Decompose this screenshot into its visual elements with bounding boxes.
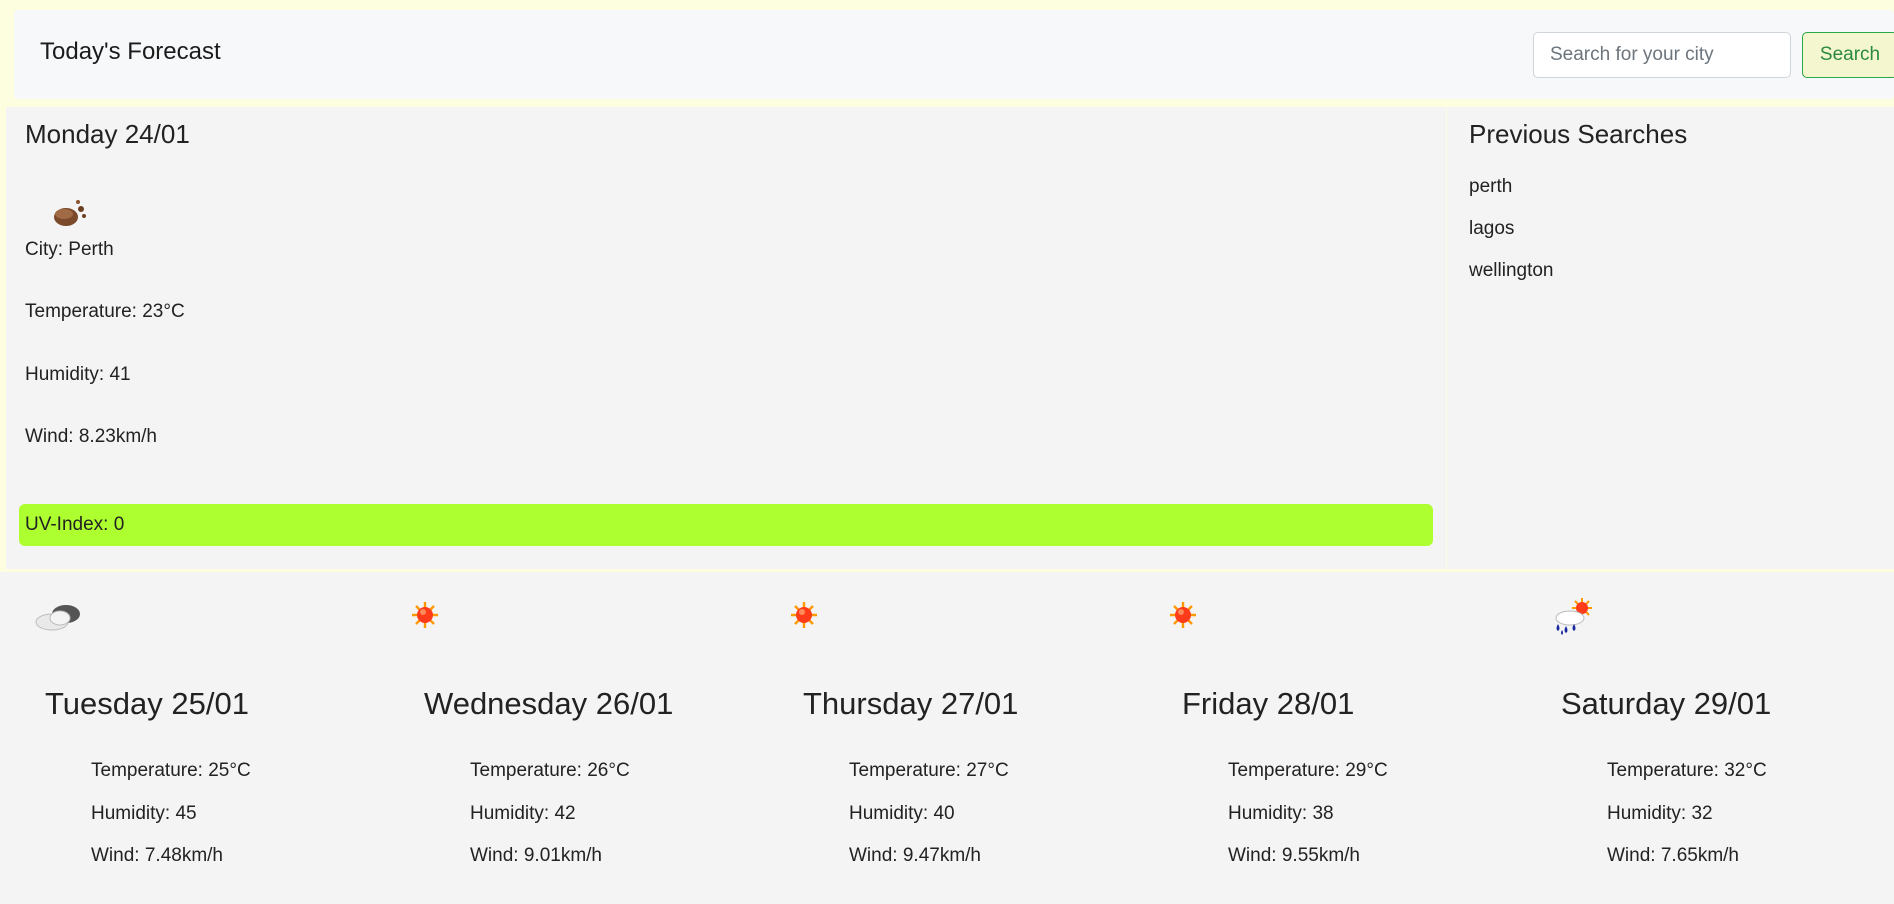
forecast-temperature: Temperature: 27°C: [849, 760, 1009, 781]
sun-icon: [1170, 602, 1196, 628]
forecast-wind: Wind: 9.01km/h: [470, 845, 602, 866]
uv-index-text: UV-Index: 0: [25, 514, 125, 535]
forecast-wind: Wind: 9.47km/h: [849, 845, 981, 866]
page-title: Today's Forecast: [40, 38, 221, 65]
dust-weather-icon: [54, 200, 86, 226]
today-humidity: Humidity: 41: [25, 364, 131, 385]
previous-searches-list: perth lagos wellington: [1469, 175, 1554, 301]
search-button[interactable]: Search: [1802, 32, 1894, 78]
previous-searches-panel: Previous Searches perth lagos wellington: [1447, 107, 1894, 569]
forecast-humidity: Humidity: 32: [1607, 803, 1713, 824]
today-city: City: Perth: [25, 239, 114, 260]
forecast-card: Wednesday 26/01 Temperature: 26°C Humidi…: [379, 572, 757, 904]
forecast-day: Saturday 29/01: [1561, 686, 1772, 721]
uv-index-bar: UV-Index: 0: [19, 504, 1433, 546]
forecast-humidity: Humidity: 45: [91, 803, 197, 824]
navbar: Today's Forecast Search: [14, 10, 1894, 99]
forecast-humidity: Humidity: 40: [849, 803, 955, 824]
forecast-day: Wednesday 26/01: [424, 686, 674, 721]
search-input[interactable]: [1533, 32, 1791, 78]
sun-icon: [791, 602, 817, 628]
cloudy-icon: [35, 605, 80, 631]
previous-searches-title: Previous Searches: [1469, 119, 1688, 149]
previous-search-item[interactable]: wellington: [1469, 259, 1554, 301]
forecast-card: Friday 28/01 Temperature: 29°C Humidity:…: [1137, 572, 1515, 904]
previous-search-item[interactable]: perth: [1469, 175, 1554, 217]
today-temperature: Temperature: 23°C: [25, 301, 185, 322]
previous-search-item[interactable]: lagos: [1469, 217, 1554, 259]
forecast-row: Tuesday 25/01 Temperature: 25°C Humidity…: [0, 572, 1894, 904]
forecast-temperature: Temperature: 32°C: [1607, 760, 1767, 781]
forecast-temperature: Temperature: 25°C: [91, 760, 251, 781]
forecast-wind: Wind: 9.55km/h: [1228, 845, 1360, 866]
forecast-humidity: Humidity: 38: [1228, 803, 1334, 824]
forecast-temperature: Temperature: 26°C: [470, 760, 630, 781]
today-panel: Monday 24/01 City: Perth Temperature: 23…: [6, 107, 1446, 569]
forecast-humidity: Humidity: 42: [470, 803, 576, 824]
today-date: Monday 24/01: [25, 119, 190, 149]
forecast-wind: Wind: 7.48km/h: [91, 845, 223, 866]
forecast-day: Thursday 27/01: [803, 686, 1019, 721]
today-wind: Wind: 8.23km/h: [25, 426, 157, 447]
forecast-card: Thursday 27/01 Temperature: 27°C Humidit…: [758, 572, 1136, 904]
forecast-day: Tuesday 25/01: [45, 686, 249, 721]
forecast-wind: Wind: 7.65km/h: [1607, 845, 1739, 866]
rain-sun-icon: [1555, 598, 1592, 635]
forecast-card: Saturday 29/01 Temperature: 32°C Humidit…: [1516, 572, 1894, 904]
forecast-temperature: Temperature: 29°C: [1228, 760, 1388, 781]
forecast-day: Friday 28/01: [1182, 686, 1355, 721]
forecast-card: Tuesday 25/01 Temperature: 25°C Humidity…: [0, 572, 378, 904]
sun-icon: [412, 602, 438, 628]
